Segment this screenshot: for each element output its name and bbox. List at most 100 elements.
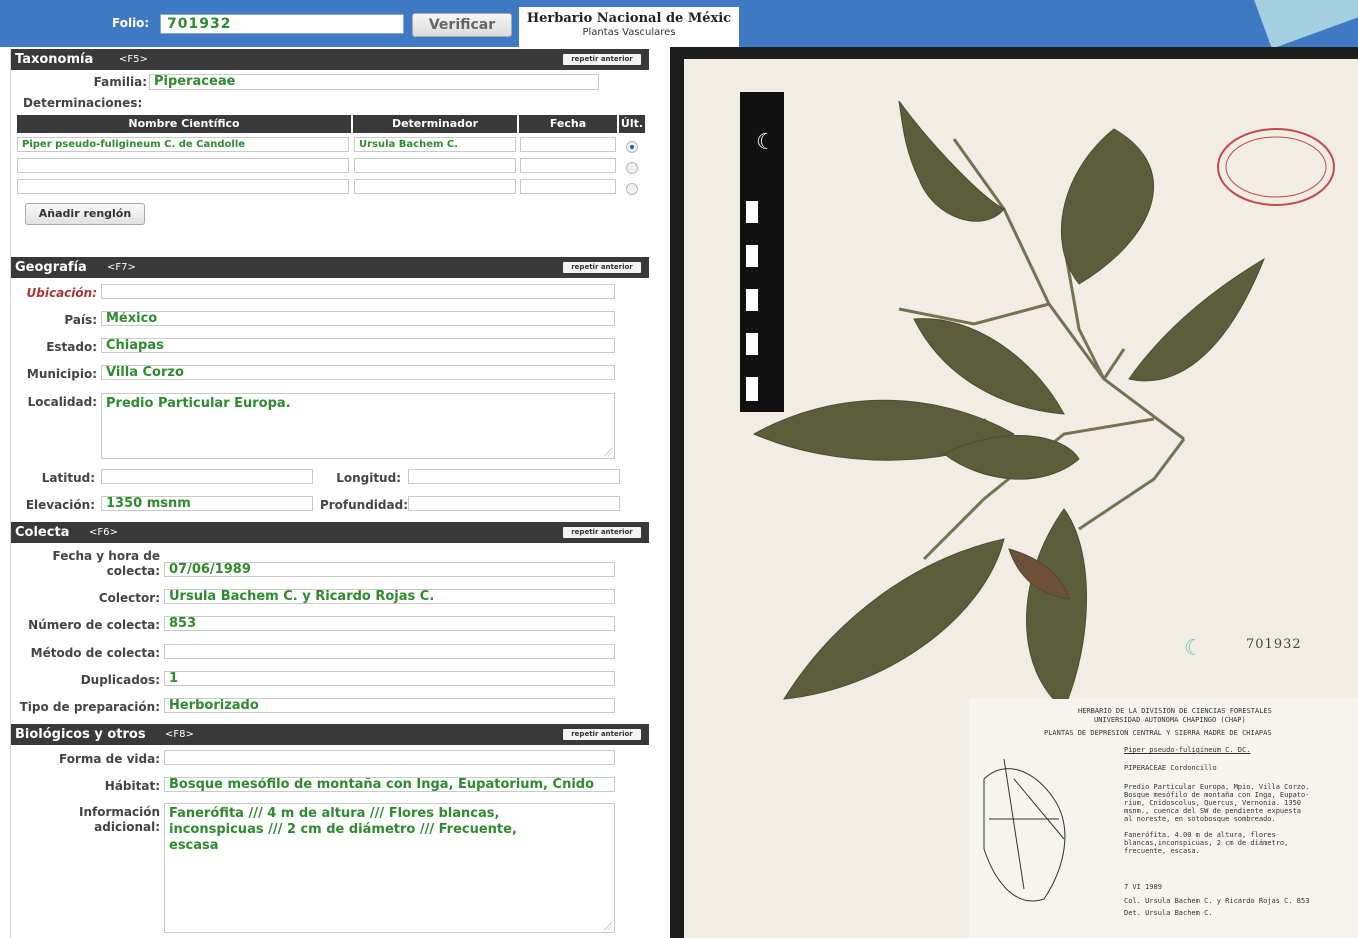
label-line: 7 VI 1989: [1124, 883, 1162, 891]
folio-label: Folio:: [112, 16, 150, 30]
collection-method-field[interactable]: [164, 644, 615, 659]
date-cell[interactable]: [520, 158, 616, 173]
add-row-button[interactable]: Añadir renglón: [25, 203, 145, 225]
determiner-cell[interactable]: [354, 158, 516, 173]
col-header-determiner: Determinador: [353, 115, 517, 133]
preparation-field[interactable]: Herborizado: [164, 698, 615, 713]
lifeform-field[interactable]: [164, 750, 615, 765]
label-line: Det. Ursula Bachem C.: [1124, 909, 1213, 917]
taxonomy-title: Taxonomía: [15, 52, 94, 67]
duplicates-field[interactable]: 1: [164, 671, 615, 686]
biological-header: Biológicos y otros <F8> repetir anterior: [11, 724, 649, 745]
collection-number-label: Número de colecta:: [28, 618, 160, 632]
family-field[interactable]: Piperaceae: [149, 74, 599, 90]
resize-handle[interactable]: [604, 922, 612, 930]
datetime-label-line1: Fecha y hora de: [52, 549, 161, 563]
additional-info-line: inconspicuas /// 2 cm de diámetro /// Fr…: [169, 822, 517, 837]
determinations-label: Determinaciones:: [23, 96, 143, 110]
label-line: PLANTAS DE DEPRESION CENTRAL Y SIERRA MA…: [1044, 729, 1272, 737]
additional-info-line: Fanerófita /// 4 m de altura /// Flores …: [169, 806, 500, 821]
state-label: Estado:: [46, 340, 97, 354]
geography-header: Geografía <F7> repetir anterior: [11, 257, 649, 278]
location-field[interactable]: [101, 284, 615, 299]
brand-title: Herbario Nacional de Méxic: [526, 11, 732, 26]
herbarium-stamp: [1217, 128, 1335, 206]
additional-info-label-line1: Información: [78, 805, 160, 819]
col-header-scientific-name: Nombre Científico: [17, 115, 351, 133]
collection-header: Colecta <F6> repetir anterior: [11, 522, 649, 543]
family-label: Familia:: [93, 75, 147, 89]
datetime-label-line2: colecta:: [106, 564, 160, 578]
taxonomy-repeat-button[interactable]: repetir anterior: [563, 54, 641, 65]
label-line: blancas,inconspicuas, 2 cm de diámetro,: [1124, 839, 1289, 847]
locality-textarea[interactable]: Predio Particular Europa.: [101, 393, 615, 459]
country-field[interactable]: México: [101, 311, 615, 326]
herbarium-moon-logo: ☾: [1184, 636, 1204, 661]
label-line: Col. Ursula Bachem C. y Ricardo Rojas C.…: [1124, 897, 1310, 905]
preparation-label: Tipo de preparación:: [19, 700, 160, 714]
label-line: HERBARIO DE LA DIVISION DE CIENCIAS FORE…: [1078, 707, 1272, 715]
collection-number-field[interactable]: 853: [164, 616, 615, 631]
determiner-cell[interactable]: [354, 179, 516, 194]
label-line: Predio Particular Europa, Mpio. Villa Co…: [1124, 783, 1310, 791]
depth-label: Profundidad:: [319, 498, 408, 512]
elevation-field[interactable]: 1350 msnm: [101, 496, 313, 511]
verify-button[interactable]: Verificar: [412, 13, 512, 37]
scale-bar: ☾: [740, 92, 784, 412]
herbarium-logo: Herbario Nacional de Méxic Plantas Vascu…: [519, 7, 739, 47]
determiner-cell[interactable]: Ursula Bachem C.: [354, 137, 516, 152]
taxonomy-shortcut: <F5>: [119, 54, 148, 65]
longitude-field[interactable]: [408, 469, 620, 484]
latitude-field[interactable]: [101, 469, 313, 484]
resize-handle[interactable]: [604, 448, 612, 456]
country-label: País:: [64, 313, 97, 327]
last-radio[interactable]: [626, 183, 638, 195]
locality-label: Localidad:: [27, 395, 97, 409]
geography-shortcut: <F7>: [107, 262, 136, 273]
locality-text: Predio Particular Europa.: [106, 396, 291, 411]
label-line: PIPERACEAE Cordoncillo: [1124, 764, 1217, 772]
last-radio[interactable]: [626, 141, 638, 153]
specimen-form: Taxonomía <F5> repetir anterior Familia:…: [10, 47, 649, 938]
duplicates-label: Duplicados:: [80, 673, 160, 687]
label-line: Fanerófita. 4.00 m de altura, flores: [1124, 831, 1276, 839]
col-header-last: Últ.: [619, 115, 645, 133]
scientific-name-cell[interactable]: [17, 158, 349, 173]
additional-info-textarea[interactable]: Fanerófita /// 4 m de altura /// Flores …: [164, 803, 615, 933]
label-line: UNIVERSIDAD AUTONOMA CHAPINGO (CHAP): [1094, 716, 1246, 724]
collector-field[interactable]: Ursula Bachem C. y Ricardo Rojas C.: [164, 589, 615, 604]
catalog-number: 701932: [1246, 637, 1302, 652]
biological-shortcut: <F8>: [165, 729, 194, 740]
geography-repeat-button[interactable]: repetir anterior: [563, 262, 641, 273]
label-line: Piper pseudo-fuligineum C. DC.: [1124, 746, 1251, 754]
taxonomy-header: Taxonomía <F5> repetir anterior: [11, 49, 649, 70]
state-field[interactable]: Chiapas: [101, 338, 615, 353]
date-cell[interactable]: [520, 179, 616, 194]
label-line: frecuente, escasa.: [1124, 847, 1200, 855]
scientific-name-cell[interactable]: [17, 179, 349, 194]
municipality-field[interactable]: Villa Corzo: [101, 365, 615, 380]
depth-field[interactable]: [408, 496, 620, 511]
herbarium-sheet-image[interactable]: ☾ ☾ 701932 HERBARIO DE LA DIVISION DE CI…: [684, 59, 1358, 938]
location-label: Ubicación:: [26, 286, 97, 300]
additional-info-label-line2: adicional:: [94, 820, 160, 834]
scientific-name-cell[interactable]: Piper pseudo-fuligineum C. de Candolle: [17, 137, 349, 152]
label-line: Bosque mesófilo de montaña con Inga, Eup…: [1124, 791, 1310, 799]
additional-info-line: escasa: [169, 838, 219, 853]
biological-repeat-button[interactable]: repetir anterior: [563, 729, 641, 740]
col-header-date: Fecha: [519, 115, 617, 133]
collection-date-field[interactable]: 07/06/1989: [164, 562, 615, 577]
habitat-field[interactable]: Bosque mesófilo de montaña con Inga, Eup…: [164, 777, 615, 792]
folio-input[interactable]: 701932: [160, 14, 404, 34]
corner-decoration: [1251, 0, 1358, 49]
biological-title: Biológicos y otros: [15, 727, 146, 742]
date-cell[interactable]: [520, 137, 616, 152]
geography-title: Geografía: [15, 260, 87, 275]
municipality-label: Municipio:: [26, 367, 97, 381]
last-radio[interactable]: [626, 162, 638, 174]
latitude-label: Latitud:: [41, 471, 95, 485]
collection-repeat-button[interactable]: repetir anterior: [563, 527, 641, 538]
label-line: al noreste, en sotobosque sombreado.: [1124, 815, 1276, 823]
habitat-label: Hábitat:: [104, 779, 160, 793]
collection-title: Colecta: [15, 525, 70, 540]
